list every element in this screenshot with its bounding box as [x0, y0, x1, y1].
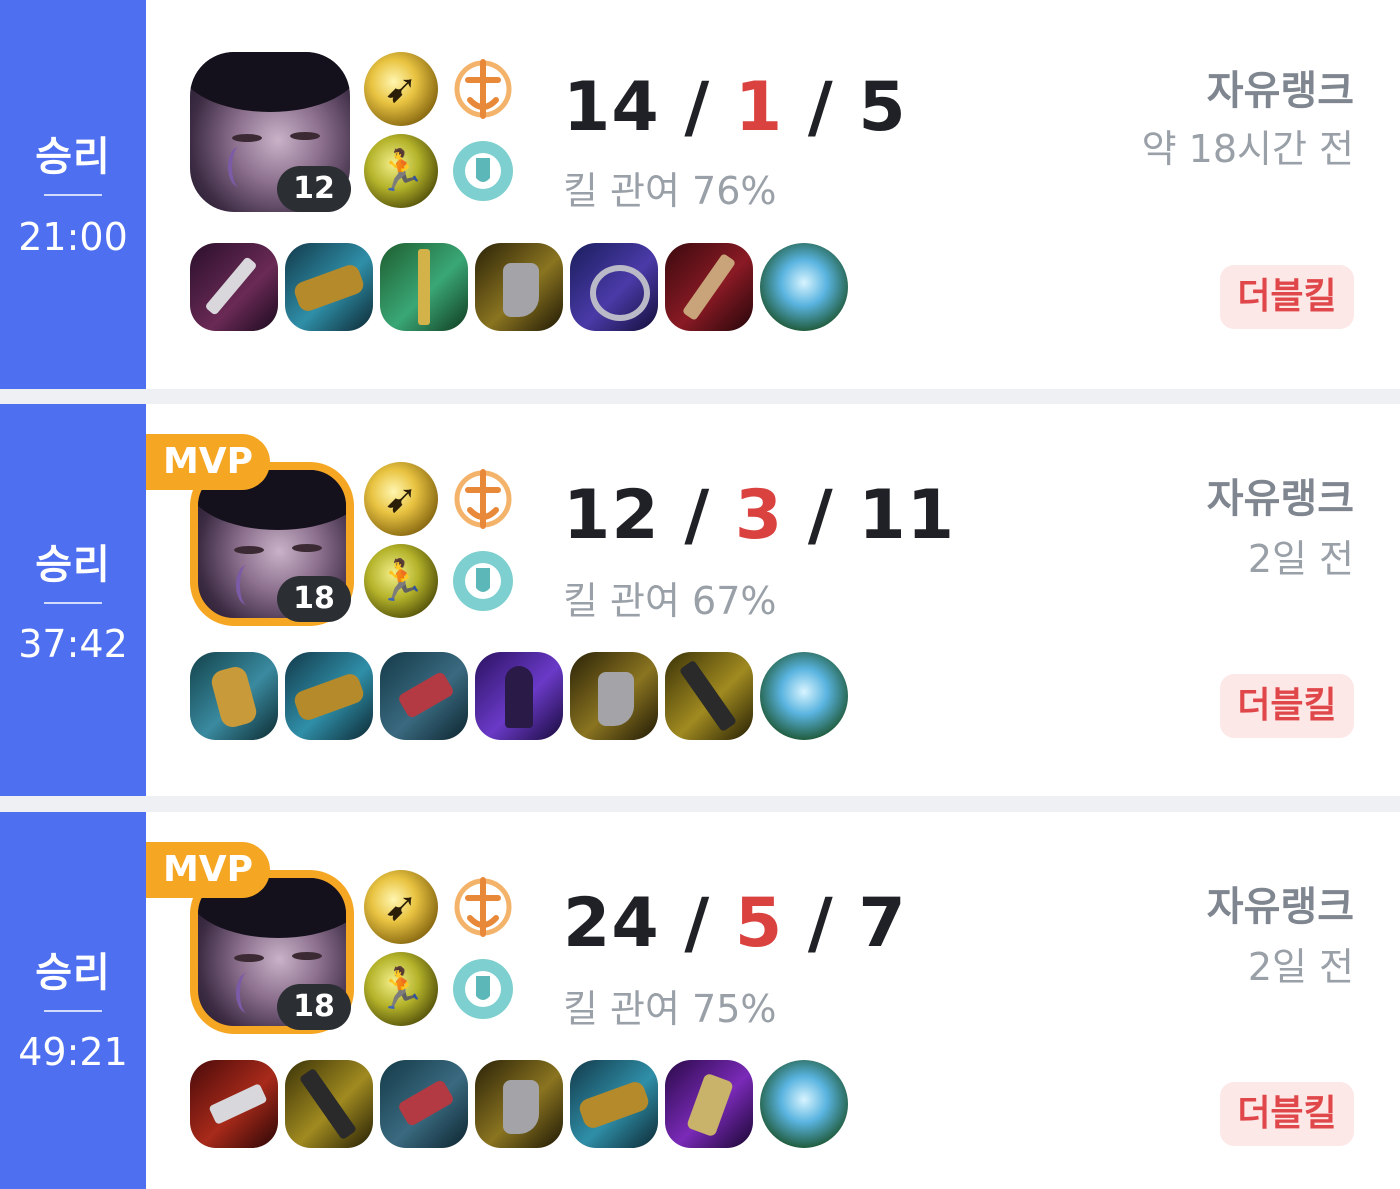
ward-orb-icon[interactable]	[760, 652, 848, 740]
assists: 5	[858, 68, 907, 147]
divider	[44, 602, 102, 604]
sword-icon[interactable]	[380, 243, 468, 331]
shadow-icon[interactable]	[475, 652, 563, 740]
multikill-badge: 더블킬	[1220, 1082, 1354, 1146]
deaths: 1	[734, 68, 784, 147]
kda: 14 / 1 / 5	[563, 68, 907, 147]
flash-icon[interactable]: ➹	[364, 52, 438, 126]
kda: 12 / 3 / 11	[563, 476, 955, 555]
ward-orb-icon[interactable]	[760, 1060, 848, 1148]
assists: 7	[858, 884, 907, 963]
axe-icon[interactable]	[570, 243, 658, 331]
separator: /	[807, 476, 834, 555]
match-card[interactable]: 승리 21:00 12 ➹ 🏃 14 / 1 / 5 킬 관여 76% 자유랭크	[0, 0, 1400, 389]
resolve-secondary-icon[interactable]	[446, 134, 520, 208]
game-duration: 21:00	[18, 215, 128, 259]
queue-type: 자유랭크	[1206, 476, 1354, 522]
cannon-icon[interactable]	[285, 243, 373, 331]
result-label: 승리	[35, 134, 111, 180]
multikill-badge: 더블킬	[1220, 265, 1354, 329]
cannon-icon[interactable]	[570, 1060, 658, 1148]
separator: /	[684, 476, 711, 555]
time-ago: 2일 전	[1247, 945, 1354, 989]
dagger-icon[interactable]	[190, 243, 278, 331]
champion-level: 18	[277, 576, 351, 622]
blade-icon[interactable]	[665, 243, 753, 331]
result-label: 승리	[35, 950, 111, 996]
separator: /	[684, 68, 711, 147]
champion-level: 18	[277, 984, 351, 1030]
time-ago: 2일 전	[1247, 537, 1354, 581]
ghost-icon[interactable]: 🏃	[364, 134, 438, 208]
result-label: 승리	[35, 542, 111, 588]
serrated-blade-icon[interactable]	[190, 1060, 278, 1148]
divider	[44, 194, 102, 196]
mvp-badge: MVP	[146, 434, 270, 490]
game-duration: 49:21	[18, 1030, 128, 1074]
flash-icon[interactable]: ➹	[364, 870, 438, 944]
kill-participation: 킬 관여 76%	[563, 169, 777, 213]
match-card[interactable]: 승리 37:42 MVP 18 ➹ 🏃 12 / 3 / 11 킬 관여 67%	[0, 404, 1400, 796]
boots-icon[interactable]	[475, 1060, 563, 1148]
kills: 12	[563, 476, 660, 555]
assists: 11	[858, 476, 956, 555]
mvp-badge: MVP	[146, 842, 270, 898]
ward-orb-icon[interactable]	[760, 243, 848, 331]
claw-icon[interactable]	[380, 1060, 468, 1148]
claw-icon[interactable]	[380, 652, 468, 740]
queue-type: 자유랭크	[1206, 68, 1354, 114]
ghost-icon[interactable]: 🏃	[364, 952, 438, 1026]
cannon-icon[interactable]	[285, 652, 373, 740]
kill-participation: 킬 관여 75%	[563, 987, 777, 1031]
ghost-icon[interactable]: 🏃	[364, 544, 438, 618]
champion-level: 12	[277, 166, 351, 212]
void-blade-icon[interactable]	[665, 1060, 753, 1148]
result-bar: 승리 37:42	[0, 404, 146, 796]
lethal-tempo-icon[interactable]	[446, 462, 520, 536]
kill-participation: 킬 관여 67%	[563, 579, 777, 623]
lethal-tempo-icon[interactable]	[446, 870, 520, 944]
multikill-badge: 더블킬	[1220, 674, 1354, 738]
result-bar: 승리 49:21	[0, 812, 146, 1189]
boots-icon[interactable]	[475, 243, 563, 331]
kills: 14	[563, 68, 660, 147]
deaths: 3	[734, 476, 784, 555]
runic-blade-icon[interactable]	[665, 652, 753, 740]
lethal-tempo-icon[interactable]	[446, 52, 520, 126]
match-card[interactable]: 승리 49:21 MVP 18 ➹ 🏃 24 / 5 / 7 킬 관여 75%	[0, 812, 1400, 1189]
separator: /	[684, 884, 711, 963]
resolve-secondary-icon[interactable]	[446, 544, 520, 618]
separator: /	[807, 884, 834, 963]
runic-blade-icon[interactable]	[285, 1060, 373, 1148]
separator: /	[807, 68, 834, 147]
queue-type: 자유랭크	[1206, 884, 1354, 930]
game-duration: 37:42	[18, 622, 128, 666]
result-bar: 승리 21:00	[0, 0, 146, 389]
boots-icon[interactable]	[570, 652, 658, 740]
resolve-secondary-icon[interactable]	[446, 952, 520, 1026]
kda: 24 / 5 / 7	[563, 884, 907, 963]
kills: 24	[563, 884, 660, 963]
divider	[44, 1010, 102, 1012]
quiver-icon[interactable]	[190, 652, 278, 740]
deaths: 5	[734, 884, 784, 963]
flash-icon[interactable]: ➹	[364, 462, 438, 536]
time-ago: 약 18시간 전	[1141, 127, 1354, 171]
